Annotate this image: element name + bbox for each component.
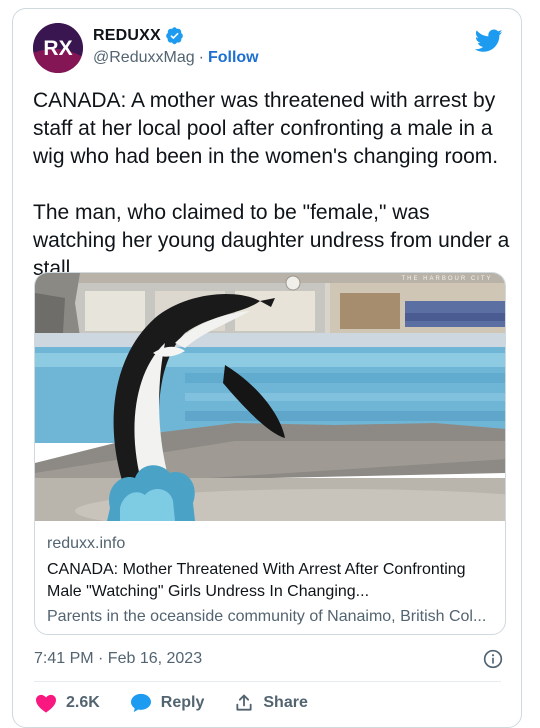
follow-button[interactable]: Follow [208,49,259,67]
timestamp-row: 7:41 PM · Feb 16, 2023 [34,647,503,671]
link-meta: reduxx.info CANADA: Mother Threatened Wi… [47,535,495,628]
tweet-actions: 2.6K Reply Share [35,693,338,713]
info-icon[interactable] [483,649,503,669]
tweet-paragraph: The man, who claimed to be "female," was… [33,201,510,280]
link-domain: reduxx.info [47,535,126,552]
link-preview-card[interactable]: THE HARBOUR CITY reduxx.info CANADA: Mot… [34,272,506,635]
tweet-paragraph: CANADA: A mother was threatened with arr… [33,89,499,168]
share-label: Share [263,694,308,711]
reply-bubble-icon [130,693,151,713]
tweet-card: RX REDUXX @ReduxxMag · Follow CANADA: A … [12,8,522,728]
tweet-timestamp[interactable]: 7:41 PM · Feb 16, 2023 [34,650,202,668]
like-button[interactable]: 2.6K [35,693,100,713]
avatar[interactable]: RX [33,23,83,73]
reduxx-logo: RX [33,23,83,73]
share-icon [236,694,252,711]
twitter-bird-icon[interactable] [475,29,503,53]
link-headline[interactable]: CANADA: Mother Threatened With Arrest Af… [47,559,495,603]
reply-label: Reply [160,694,205,711]
tweet-text: CANADA: A mother was threatened with arr… [33,87,513,283]
display-name-row: REDUXX [93,26,184,45]
svg-text:RX: RX [43,37,72,60]
handle-row: @ReduxxMag · Follow [93,49,259,67]
handle[interactable]: @ReduxxMag [93,49,195,67]
likes-count: 2.6K [66,694,100,711]
svg-text:THE HARBOUR CITY: THE HARBOUR CITY [401,276,492,282]
separator-dot: · [198,49,204,66]
tweet-header: RX REDUXX @ReduxxMag · Follow [33,23,503,79]
heart-icon [36,694,56,713]
link-description: Parents in the oceanside community of Na… [47,608,487,625]
share-button[interactable]: Share [234,693,308,713]
divider [34,681,501,682]
display-name[interactable]: REDUXX [93,27,161,45]
link-preview-image[interactable]: THE HARBOUR CITY [35,273,506,521]
verified-badge-icon [166,27,183,45]
reply-button[interactable]: Reply [130,693,205,713]
